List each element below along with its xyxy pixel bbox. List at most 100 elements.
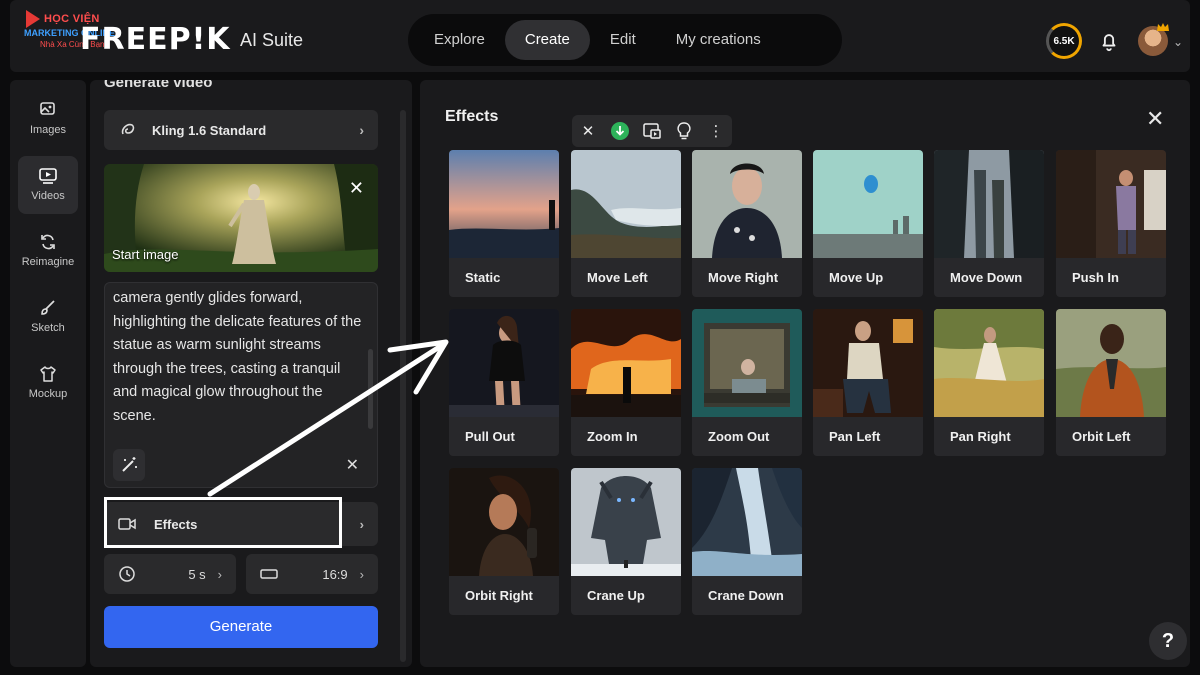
nav-create[interactable]: Create [504, 20, 590, 60]
rail-item-videos[interactable]: Videos [18, 156, 78, 214]
effect-name: Move Up [829, 270, 884, 285]
left-rail: Images Videos Reimagine Sketch Mockup [10, 80, 86, 667]
remove-start-image-button[interactable]: ✕ [349, 178, 364, 199]
effect-thumbnail [813, 309, 923, 417]
play-triangle-icon [26, 10, 40, 28]
effect-name: Move Right [708, 270, 779, 285]
nav-my-creations[interactable]: My creations [656, 20, 781, 60]
rail-item-reimagine[interactable]: Reimagine [18, 222, 78, 280]
chevron-right-icon: › [359, 516, 364, 532]
effect-thumbnail [1056, 150, 1166, 258]
effect-name: Zoom Out [708, 429, 770, 444]
chevron-down-icon[interactable]: ⌄ [1173, 35, 1183, 49]
start-image-label: Start image [112, 247, 179, 262]
prompt-text[interactable]: camera gently glides forward, highlighti… [113, 287, 363, 428]
generate-panel: Generate video Kling 1.6 Standard › ✕ St… [90, 80, 412, 667]
effect-thumbnail [571, 468, 681, 576]
effect-card-move-right[interactable]: Move Right [692, 150, 802, 297]
rail-label: Sketch [31, 322, 65, 334]
prompt-textarea[interactable]: camera gently glides forward, highlighti… [104, 282, 378, 488]
image-icon [40, 102, 55, 115]
clock-icon [119, 566, 135, 582]
effect-card-move-down[interactable]: Move Down [934, 150, 1044, 297]
effect-name: Static [465, 270, 501, 285]
effect-card-zoom-in[interactable]: Zoom In [571, 309, 681, 456]
model-name: Kling 1.6 Standard [152, 122, 267, 138]
lightbulb-icon[interactable] [673, 120, 695, 142]
tshirt-icon [40, 366, 56, 382]
aspect-ratio-selector[interactable]: 16:9 › [246, 554, 378, 594]
effect-card-pull-out[interactable]: Pull Out [449, 309, 559, 456]
chevron-right-icon: › [359, 122, 364, 138]
insert-image-icon[interactable] [641, 120, 663, 142]
effect-card-pan-right[interactable]: Pan Right [934, 309, 1044, 456]
annotation-highlight-box [104, 497, 342, 548]
effect-card-orbit-right[interactable]: Orbit Right [449, 468, 559, 615]
ai-suite-label: AI Suite [240, 30, 304, 50]
effect-thumbnail [571, 150, 681, 258]
freepik-logo[interactable]: FREEP!K [80, 22, 231, 57]
effect-thumbnail [934, 309, 1044, 417]
crown-icon [1157, 23, 1169, 31]
effect-card-static[interactable]: Static [449, 150, 559, 297]
effect-thumbnail [692, 309, 802, 417]
brush-icon [41, 300, 55, 315]
effect-thumbnail [449, 150, 559, 258]
model-icon [121, 123, 135, 135]
effect-name: Move Down [950, 270, 1023, 285]
effect-name: Orbit Right [465, 588, 533, 603]
close-effects-button[interactable]: ✕ [1146, 106, 1164, 132]
effect-card-zoom-out[interactable]: Zoom Out [692, 309, 802, 456]
reimagine-icon [41, 234, 55, 250]
bell-icon[interactable] [1098, 30, 1120, 52]
duration-value: 5 s [188, 566, 206, 582]
effect-thumbnail [1056, 309, 1166, 417]
video-icon [39, 168, 57, 184]
effect-thumbnail [692, 150, 802, 258]
effect-name: Pull Out [465, 429, 515, 444]
chevron-right-icon: › [359, 566, 364, 582]
prompt-scrollbar[interactable] [368, 349, 373, 429]
clear-prompt-button[interactable]: ✕ [346, 455, 359, 475]
duration-selector[interactable]: 5 s › [104, 554, 236, 594]
effect-name: Move Left [587, 270, 648, 285]
effect-name: Pan Left [829, 429, 881, 444]
credits-badge[interactable]: 6.5K [1046, 23, 1082, 59]
effect-thumbnail [449, 468, 559, 576]
rail-item-mockup[interactable]: Mockup [18, 354, 78, 412]
nav-edit[interactable]: Edit [590, 20, 656, 60]
main-nav: Explore Create Edit My creations [408, 14, 842, 66]
effect-card-move-up[interactable]: Move Up [813, 150, 923, 297]
magic-wand-button[interactable] [113, 449, 145, 481]
aspect-ratio-value: 16:9 [322, 566, 348, 582]
effect-thumbnail [692, 468, 802, 576]
effect-name: Push In [1072, 270, 1119, 285]
rail-label: Images [29, 124, 67, 136]
rail-item-images[interactable]: Images [18, 90, 78, 148]
help-button[interactable]: ? [1149, 622, 1187, 660]
generate-button[interactable]: Generate [104, 606, 378, 648]
model-selector[interactable]: Kling 1.6 Standard › [104, 110, 378, 150]
effect-name: Orbit Left [1072, 429, 1131, 444]
effect-card-push-in[interactable]: Push In [1056, 150, 1166, 297]
more-options-icon[interactable]: ⋮ [705, 120, 727, 142]
aspect-ratio-icon [260, 569, 278, 579]
image-toolbar: ✕ ⋮ [572, 115, 732, 147]
effect-name: Pan Right [950, 429, 1011, 444]
effect-card-crane-up[interactable]: Crane Up [571, 468, 681, 615]
effect-name: Crane Up [587, 588, 645, 603]
effect-card-crane-down[interactable]: Crane Down [692, 468, 802, 615]
rail-item-sketch[interactable]: Sketch [18, 288, 78, 346]
download-icon[interactable] [609, 120, 631, 142]
effect-card-move-left[interactable]: Move Left [571, 150, 681, 297]
magic-wand-icon [122, 457, 137, 472]
rail-label: Mockup [28, 388, 68, 400]
effect-name: Crane Down [708, 588, 784, 603]
nav-explore[interactable]: Explore [414, 20, 505, 60]
start-image[interactable]: ✕ Start image [104, 164, 378, 272]
effect-card-orbit-left[interactable]: Orbit Left [1056, 309, 1166, 456]
close-icon[interactable]: ✕ [577, 120, 599, 142]
panel-scrollbar[interactable] [400, 110, 406, 662]
effect-thumbnail [449, 309, 559, 417]
effect-card-pan-left[interactable]: Pan Left [813, 309, 923, 456]
